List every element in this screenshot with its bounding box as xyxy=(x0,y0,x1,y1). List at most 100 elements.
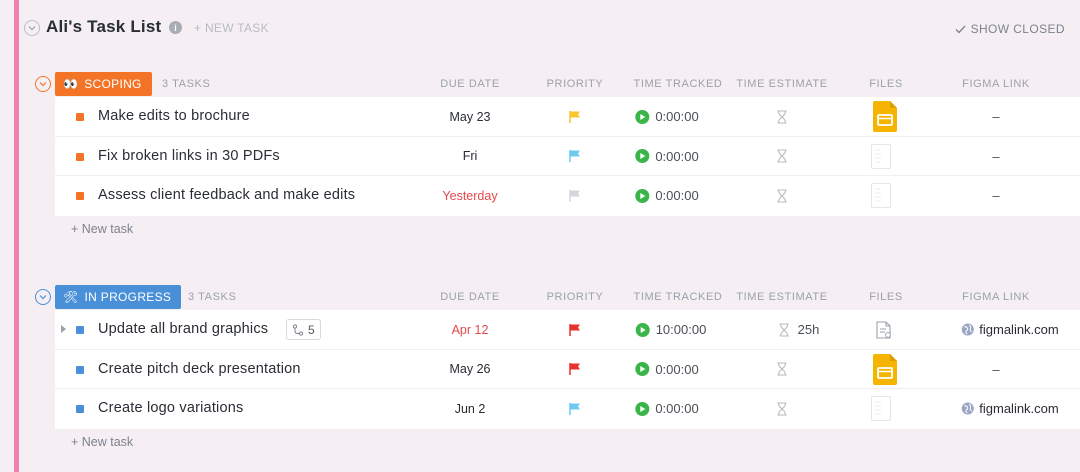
figma-link[interactable]: figmalink.com xyxy=(961,310,1059,349)
task-count: 3 TASKS xyxy=(162,78,211,90)
collapse-group-chevron-icon[interactable] xyxy=(35,289,51,305)
play-icon[interactable] xyxy=(635,109,650,124)
blank-file-icon[interactable] xyxy=(871,176,891,215)
eyes-emoji-icon: 👀 xyxy=(63,77,79,91)
hourglass-icon[interactable] xyxy=(777,350,788,389)
due-date[interactable]: Jun 2 xyxy=(455,389,486,428)
task-name[interactable]: Make edits to brochure xyxy=(98,108,250,124)
list-header: Ali's Task List i + NEW TASK SHOW CLOSED xyxy=(19,0,1080,56)
column-header-due-date[interactable]: DUE DATE xyxy=(440,291,500,303)
column-header-files[interactable]: FILES xyxy=(869,291,903,303)
play-icon[interactable] xyxy=(635,401,650,416)
info-icon[interactable]: i xyxy=(169,21,182,34)
blank-file-icon[interactable] xyxy=(871,389,891,428)
priority-flag-icon[interactable] xyxy=(568,137,582,176)
status-dot[interactable] xyxy=(76,152,84,161)
priority-flag-icon[interactable] xyxy=(568,310,582,349)
column-header-due-date[interactable]: DUE DATE xyxy=(440,78,500,90)
due-date[interactable]: Yesterday xyxy=(442,176,497,215)
due-date[interactable]: Apr 12 xyxy=(452,310,489,349)
time-tracked-value: 0:00:00 xyxy=(655,109,699,124)
time-tracked[interactable]: 0:00:00 xyxy=(635,97,699,136)
status-dot[interactable] xyxy=(76,365,84,374)
column-header-time-estimate[interactable]: TIME ESTIMATE xyxy=(736,78,827,90)
table-row[interactable]: Fix broken links in 30 PDFs Fri 0:00:00 … xyxy=(55,137,1080,176)
figma-link-text[interactable]: figmalink.com xyxy=(979,401,1058,416)
task-name[interactable]: Create pitch deck presentation xyxy=(98,361,301,377)
figma-link[interactable]: – xyxy=(992,137,999,176)
table-row[interactable]: Create logo variations Jun 2 0:00:00 fig… xyxy=(55,389,1080,429)
status-badge-scoping[interactable]: 👀 SCOPING xyxy=(55,72,152,96)
figma-link[interactable]: – xyxy=(992,97,999,136)
show-closed-button[interactable]: SHOW CLOSED xyxy=(955,22,1065,36)
status-label: SCOPING xyxy=(84,77,142,91)
time-tracked[interactable]: 0:00:00 xyxy=(635,389,699,428)
due-date[interactable]: May 26 xyxy=(450,350,491,389)
blank-file-icon[interactable] xyxy=(871,137,891,176)
column-header-figma-link[interactable]: FIGMA LINK xyxy=(962,291,1030,303)
task-name[interactable]: Assess client feedback and make edits xyxy=(98,187,355,203)
task-count: 3 TASKS xyxy=(188,291,237,303)
status-dot[interactable] xyxy=(76,405,84,413)
time-tracked[interactable]: 10:00:00 xyxy=(635,310,706,349)
task-name[interactable]: Create logo variations xyxy=(98,400,243,416)
priority-flag-icon[interactable] xyxy=(568,176,582,215)
due-date[interactable]: May 23 xyxy=(450,97,491,136)
group-header-in-progress: 🛠 IN PROGRESS 3 TASKS DUE DATE PRIORITY … xyxy=(19,285,1080,311)
add-task-button[interactable]: + New task xyxy=(71,222,133,236)
priority-flag-icon[interactable] xyxy=(568,97,582,136)
table-row[interactable]: Create pitch deck presentation May 26 0:… xyxy=(55,350,1080,389)
column-header-files[interactable]: FILES xyxy=(869,78,903,90)
play-icon[interactable] xyxy=(635,362,650,376)
hourglass-icon[interactable] xyxy=(777,97,788,136)
status-dot[interactable] xyxy=(76,326,84,334)
column-header-figma-link[interactable]: FIGMA LINK xyxy=(962,78,1030,90)
priority-flag-icon[interactable] xyxy=(568,350,582,389)
expand-subtasks-caret-icon[interactable] xyxy=(61,325,66,333)
task-name[interactable]: Update all brand graphics xyxy=(98,321,268,337)
time-tracked[interactable]: 0:00:00 xyxy=(635,350,699,389)
column-header-time-tracked[interactable]: TIME TRACKED xyxy=(634,78,723,90)
collapse-list-chevron-icon[interactable] xyxy=(24,20,40,36)
table-row[interactable]: Assess client feedback and make edits Ye… xyxy=(55,176,1080,216)
globe-icon xyxy=(961,402,974,415)
play-icon[interactable] xyxy=(635,322,650,337)
doc-icon[interactable] xyxy=(876,310,892,349)
column-header-priority[interactable]: PRIORITY xyxy=(547,291,604,303)
globe-icon xyxy=(961,323,974,336)
slides-icon[interactable] xyxy=(873,350,897,389)
task-name[interactable]: Fix broken links in 30 PDFs xyxy=(98,148,280,164)
column-header-time-estimate[interactable]: TIME ESTIMATE xyxy=(736,291,827,303)
hourglass-icon[interactable] xyxy=(777,389,788,428)
time-estimate-value: 25h xyxy=(797,322,820,337)
hourglass-icon[interactable] xyxy=(777,176,788,215)
subtask-count: 5 xyxy=(308,322,315,337)
figma-link[interactable]: – xyxy=(992,176,999,215)
table-row[interactable]: Make edits to brochure May 23 0:00:00 – xyxy=(55,97,1080,137)
play-icon[interactable] xyxy=(635,188,650,203)
figma-link-text[interactable]: figmalink.com xyxy=(979,322,1058,337)
new-task-button[interactable]: + NEW TASK xyxy=(194,21,269,35)
time-tracked-value: 0:00:00 xyxy=(655,361,699,377)
due-date[interactable]: Fri xyxy=(463,137,478,176)
column-header-priority[interactable]: PRIORITY xyxy=(547,78,604,90)
time-tracked[interactable]: 0:00:00 xyxy=(635,176,699,215)
show-closed-label: SHOW CLOSED xyxy=(970,22,1065,36)
hourglass-icon[interactable] xyxy=(777,137,788,176)
time-estimate[interactable]: 25h xyxy=(779,310,820,349)
subtask-count-badge[interactable]: 5 xyxy=(286,319,321,340)
column-header-time-tracked[interactable]: TIME TRACKED xyxy=(634,291,723,303)
priority-flag-icon[interactable] xyxy=(568,389,582,428)
collapse-group-chevron-icon[interactable] xyxy=(35,76,51,92)
slides-icon[interactable] xyxy=(873,97,897,136)
status-dot[interactable] xyxy=(76,113,84,121)
figma-link[interactable]: figmalink.com xyxy=(961,389,1059,428)
play-icon[interactable] xyxy=(635,149,650,163)
status-badge-in-progress[interactable]: 🛠 IN PROGRESS xyxy=(55,285,182,309)
time-tracked-value: 0:00:00 xyxy=(655,148,699,164)
add-task-button[interactable]: + New task xyxy=(71,435,133,449)
figma-link[interactable]: – xyxy=(992,350,999,389)
table-row[interactable]: Update all brand graphics 5 Apr 12 10:00… xyxy=(55,310,1080,350)
status-dot[interactable] xyxy=(76,192,84,200)
time-tracked[interactable]: 0:00:00 xyxy=(635,137,699,176)
